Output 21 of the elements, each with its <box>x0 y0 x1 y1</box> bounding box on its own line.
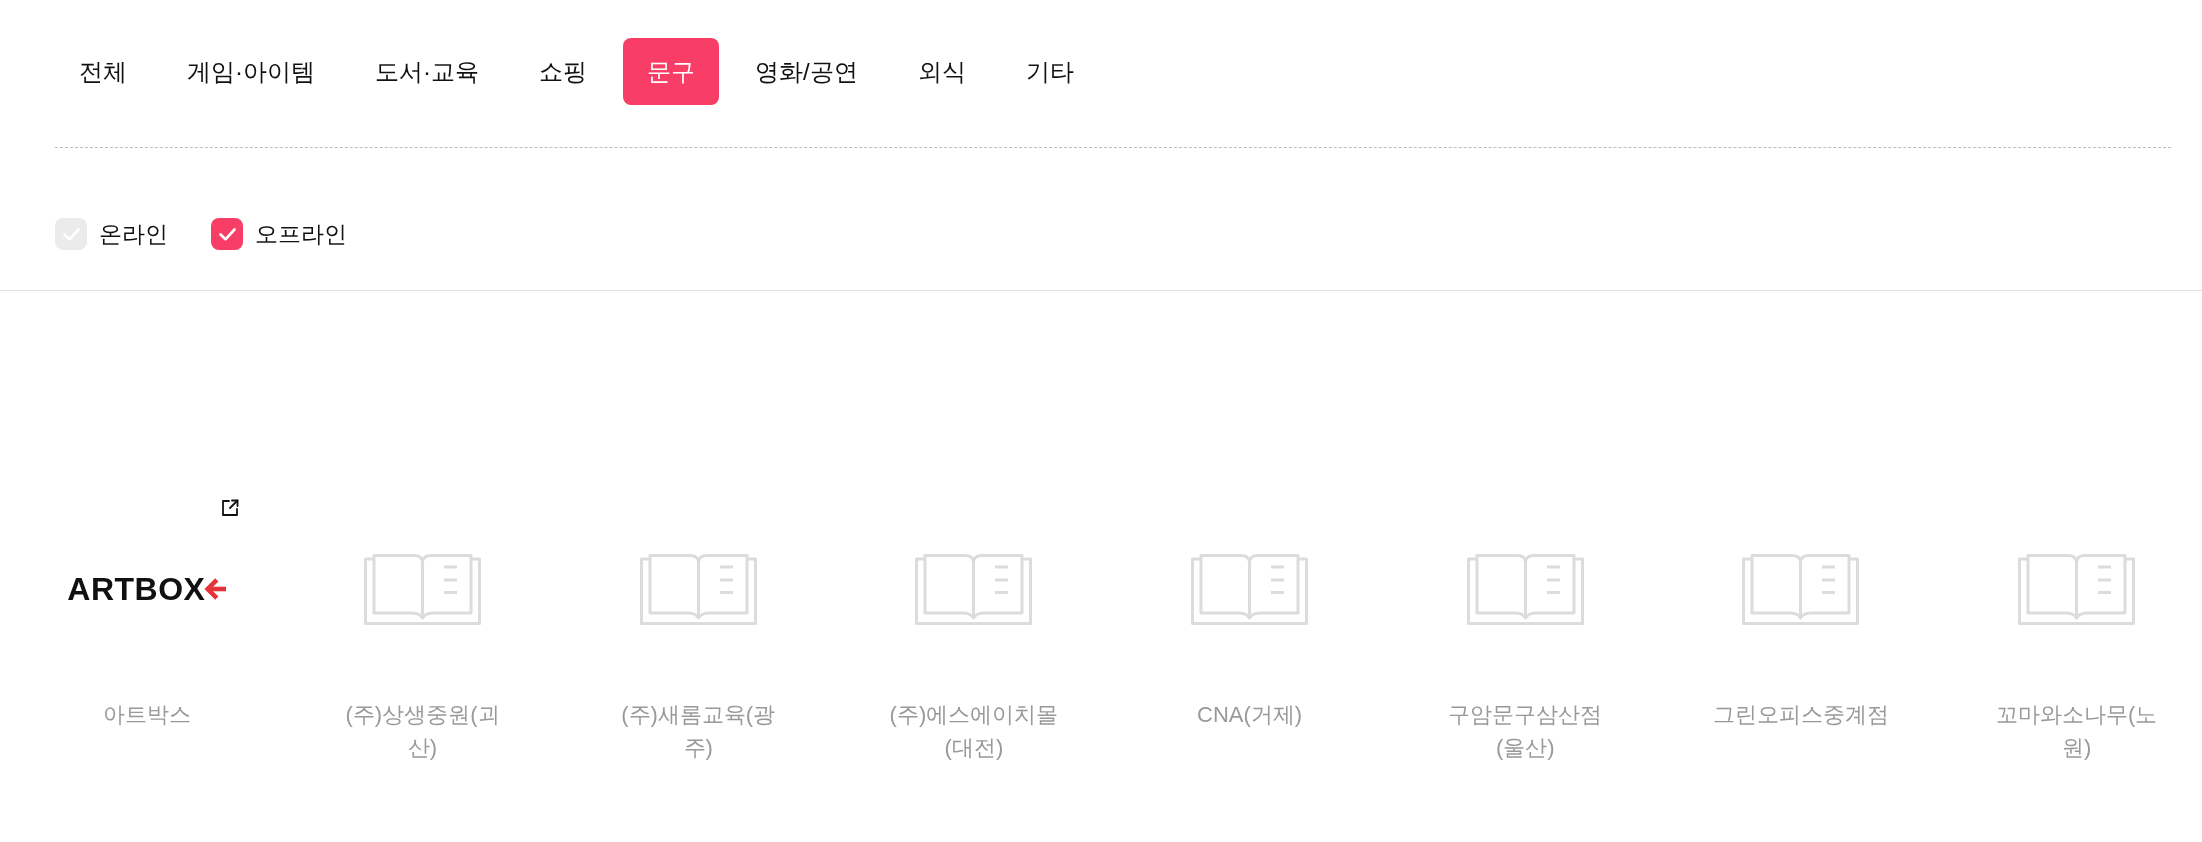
checkbox[interactable] <box>211 218 243 250</box>
checkbox-label[interactable]: 온라인 <box>99 218 168 250</box>
book-icon <box>364 553 482 625</box>
category-tab[interactable]: 전체 <box>55 38 151 105</box>
checkmark-icon <box>218 227 236 241</box>
brand-logo[interactable]: ARTBOX <box>67 573 206 605</box>
book-icon <box>1191 553 1309 625</box>
book-icon <box>1466 553 1584 625</box>
checkbox-label[interactable]: 오프라인 <box>255 218 347 250</box>
category-tab[interactable]: 도서·교육 <box>351 38 503 105</box>
external-link-icon[interactable] <box>220 499 239 517</box>
category-tab[interactable]: 게임·아이템 <box>163 38 339 105</box>
category-tab[interactable]: 영화/공연 <box>731 38 882 105</box>
category-tab[interactable]: 기타 <box>1001 38 1098 105</box>
book-icon <box>915 553 1033 625</box>
category-tab[interactable]: 외식 <box>893 38 990 105</box>
category-tab[interactable]: 쇼핑 <box>515 38 611 105</box>
book-icon <box>1742 553 1860 625</box>
category-tab[interactable]: 문구 <box>623 38 719 105</box>
book-icon <box>2018 553 2136 625</box>
book-icon <box>639 553 757 625</box>
